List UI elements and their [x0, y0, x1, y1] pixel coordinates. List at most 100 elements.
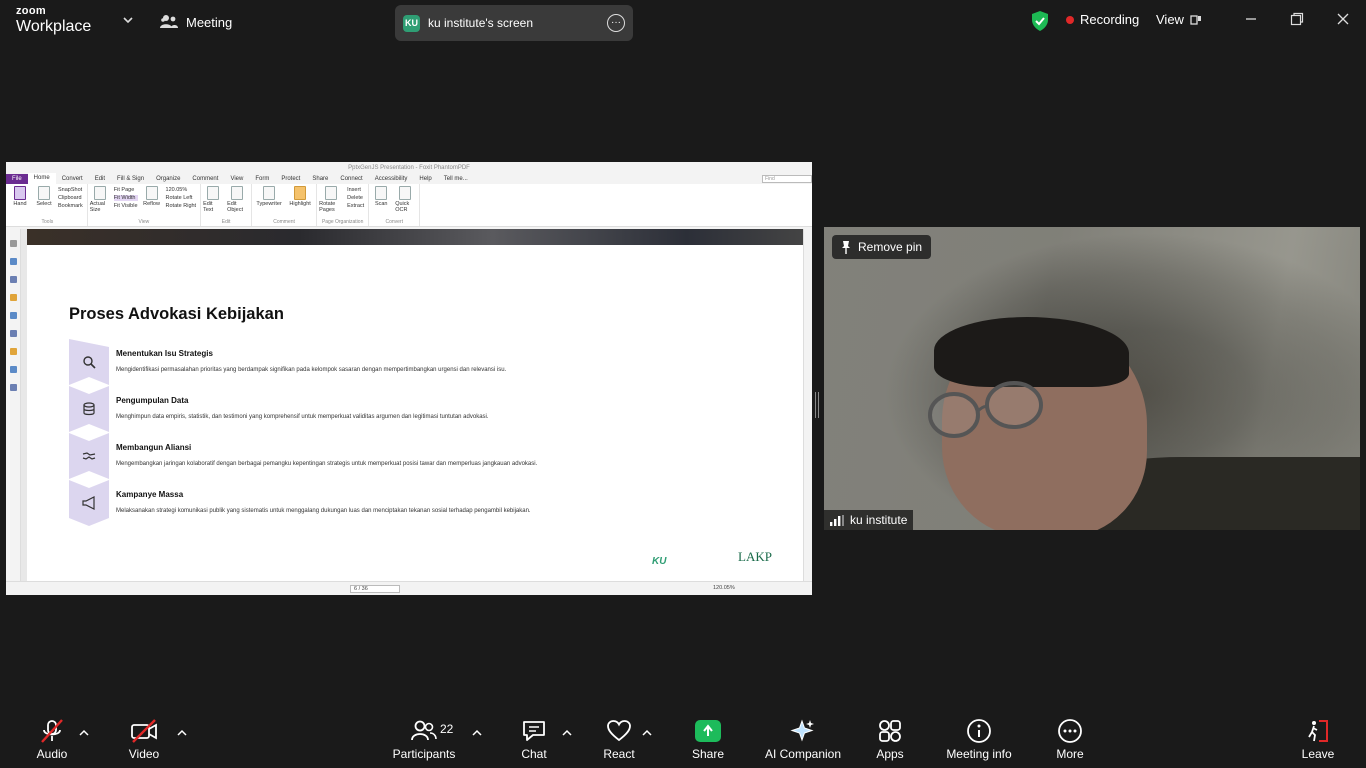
react-button[interactable]: React — [600, 708, 638, 768]
bookmark-button[interactable]: Bookmark — [58, 203, 83, 209]
pdf-status-bar: 6 / 36 120.05% — [6, 581, 812, 595]
view-button[interactable]: View — [1156, 12, 1202, 27]
view-layout-icon — [1190, 14, 1201, 25]
clipboard-button[interactable]: Clipboard — [58, 195, 83, 201]
more-options-icon[interactable]: ··· — [607, 14, 625, 32]
menu-organize[interactable]: Organize — [150, 176, 186, 182]
chat-icon — [523, 721, 545, 741]
pdf-vertical-scrollbar[interactable] — [803, 229, 812, 581]
menu-protect[interactable]: Protect — [275, 176, 306, 182]
participants-options-caret-icon[interactable] — [472, 729, 482, 737]
group-name-comment: Comment — [273, 219, 295, 225]
bookmarks-icon[interactable] — [9, 258, 17, 265]
menu-edit[interactable]: Edit — [89, 176, 111, 182]
audio-options-caret-icon[interactable] — [79, 729, 89, 737]
pages-icon[interactable] — [9, 240, 17, 247]
extract-button[interactable]: Extract — [347, 203, 364, 209]
select-label: Select — [36, 201, 52, 207]
zoom-select[interactable]: 120.05% — [166, 187, 197, 193]
security-icon[interactable] — [9, 348, 17, 355]
recording-label: Recording — [1080, 12, 1140, 27]
leave-button[interactable]: Leave — [1301, 708, 1335, 768]
insert-button[interactable]: Insert — [347, 187, 364, 193]
ribbon-group-page-organization: Rotate Pages Insert Delete Extract Page … — [317, 184, 370, 226]
rotate-pages-icon — [325, 186, 338, 200]
page-number-input[interactable]: 6 / 36 — [350, 585, 400, 593]
participants-icon — [411, 720, 437, 741]
share-button[interactable]: Share — [689, 708, 727, 768]
close-icon[interactable] — [1335, 11, 1351, 27]
more-dots-icon — [1058, 719, 1082, 743]
tools-icon[interactable] — [9, 384, 17, 391]
react-options-caret-icon[interactable] — [642, 729, 652, 737]
fields-icon[interactable] — [9, 366, 17, 373]
panel-resize-handle[interactable] — [815, 392, 819, 418]
status-zoom[interactable]: 120.05% — [713, 585, 735, 591]
pdf-navigation-pane — [6, 229, 21, 581]
edit-text-icon — [207, 186, 220, 200]
shared-screen-pill[interactable]: KU ku institute's screen ··· — [395, 5, 633, 41]
menu-convert[interactable]: Convert — [56, 176, 89, 182]
menu-home[interactable]: Home — [27, 173, 56, 184]
meeting-icon — [160, 15, 178, 28]
menu-share[interactable]: Share — [306, 176, 334, 182]
security-shield-icon[interactable] — [1031, 11, 1049, 31]
menu-help[interactable]: Help — [413, 176, 437, 182]
step-chevron — [69, 433, 109, 479]
apps-button[interactable]: Apps — [872, 708, 908, 768]
video-options-caret-icon[interactable] — [177, 729, 187, 737]
minimize-icon[interactable] — [1243, 11, 1259, 27]
signatures-icon[interactable] — [9, 330, 17, 337]
pdf-find-input[interactable]: Find — [762, 174, 812, 183]
menu-form[interactable]: Form — [249, 176, 275, 182]
participants-button[interactable]: Participants — [391, 708, 457, 768]
chat-options-caret-icon[interactable] — [562, 729, 572, 737]
scan-icon — [375, 186, 388, 200]
snapshot-button[interactable]: SnapShot — [58, 187, 83, 193]
fit-visible-button[interactable]: Fit Visible — [114, 203, 138, 209]
video-button[interactable]: Video — [124, 708, 164, 768]
chat-button[interactable]: Chat — [517, 708, 551, 768]
zoom-workplace-logo[interactable]: zoom Workplace — [16, 6, 91, 35]
ai-companion-label: AI Companion — [764, 747, 842, 761]
recording-indicator[interactable]: Recording — [1066, 12, 1139, 27]
menu-comment[interactable]: Comment — [186, 176, 224, 182]
meeting-menu[interactable]: Meeting — [160, 12, 232, 32]
menu-tell-me[interactable]: Tell me... — [438, 176, 474, 182]
remove-pin-button[interactable]: Remove pin — [832, 235, 932, 259]
fit-page-button[interactable]: Fit Page — [114, 187, 138, 193]
pdf-document-area[interactable]: Proses Advokasi Kebijakan Menentukan Isu… — [6, 229, 812, 581]
step-heading: Pengumpulan Data — [116, 396, 189, 405]
actual-size-label: Actual Size — [89, 201, 106, 213]
menu-accessibility[interactable]: Accessibility — [369, 176, 414, 182]
participant-glasses — [928, 381, 1043, 438]
attachments-icon[interactable] — [9, 312, 17, 319]
signal-strength-icon — [830, 514, 844, 526]
layers-icon[interactable] — [9, 276, 17, 283]
rotate-right-button[interactable]: Rotate Right — [166, 203, 197, 209]
fit-width-button[interactable]: Fit Width — [113, 195, 138, 201]
rotate-left-button[interactable]: Rotate Left — [166, 195, 197, 201]
step-item: Membangun Aliansi Mengembangkan jaringan… — [69, 433, 789, 479]
shared-screen[interactable]: PptxGenJS Presentation - Foxit PhantomPD… — [6, 162, 812, 595]
participant-video[interactable]: Remove pin ku institute — [824, 227, 1360, 530]
chevron-down-icon[interactable] — [122, 14, 134, 26]
restore-icon[interactable] — [1289, 11, 1305, 27]
group-name-convert: Convert — [385, 219, 403, 225]
meeting-info-button[interactable]: Meeting info — [943, 708, 1015, 768]
ribbon-group-tools: Hand Select SnapShot Clipboard Bookmark … — [8, 184, 88, 226]
menu-view[interactable]: View — [224, 176, 249, 182]
menu-connect[interactable]: Connect — [334, 176, 368, 182]
audio-button[interactable]: Audio — [30, 708, 74, 768]
comments-icon[interactable] — [9, 294, 17, 301]
cursor-icon — [38, 186, 50, 200]
menu-file[interactable]: File — [6, 173, 28, 184]
apps-label: Apps — [876, 747, 904, 761]
highlight-icon — [294, 186, 307, 200]
more-button[interactable]: More — [1053, 708, 1087, 768]
participants-count: 22 — [440, 722, 454, 736]
menu-fill-sign[interactable]: Fill & Sign — [111, 176, 150, 182]
delete-button[interactable]: Delete — [347, 195, 364, 201]
step-heading: Kampanye Massa — [116, 490, 184, 499]
ai-companion-button[interactable]: AI Companion — [762, 708, 844, 768]
